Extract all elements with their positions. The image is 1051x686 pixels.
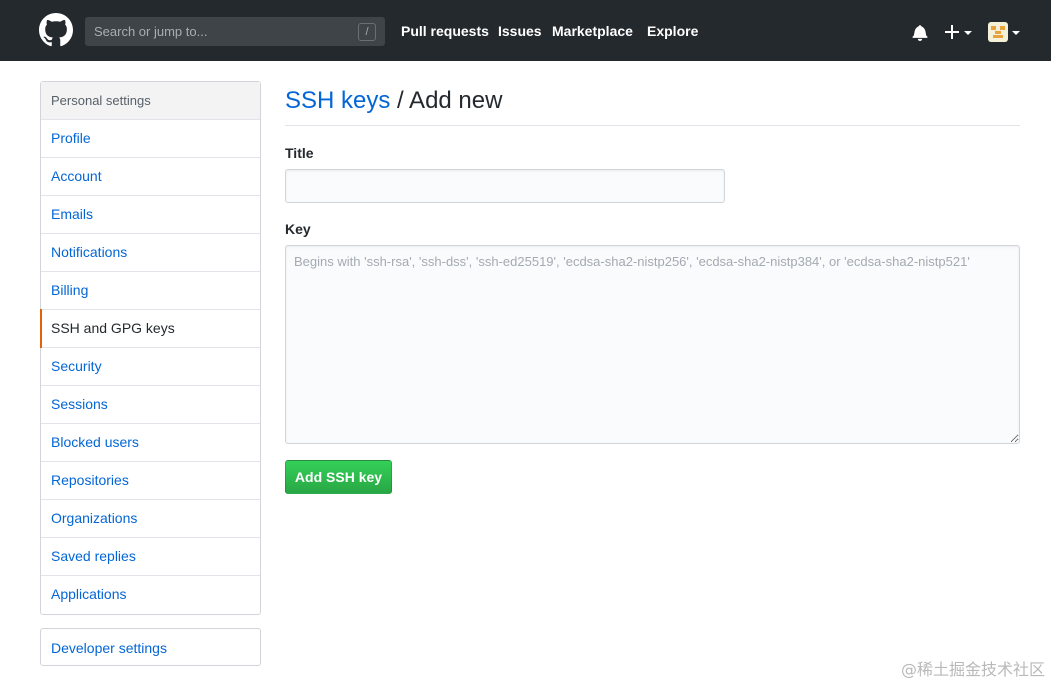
page-title: SSH keys / Add new — [285, 84, 1020, 126]
chevron-down-icon — [1012, 31, 1020, 35]
watermark: @稀土掘金技术社区 — [900, 660, 1045, 679]
sidebar-item-developer-settings[interactable]: Developer settings — [41, 629, 260, 665]
sidebar-item-saved-replies[interactable]: Saved replies — [41, 538, 260, 576]
sidebar-item-sessions[interactable]: Sessions — [41, 386, 260, 424]
nav-pull-requests[interactable]: Pull requests — [401, 23, 489, 39]
nav-explore[interactable]: Explore — [647, 23, 698, 39]
search-input[interactable] — [86, 18, 384, 45]
page-title-text: / Add new — [390, 87, 503, 114]
avatar — [988, 22, 1008, 42]
add-ssh-key-button[interactable]: Add SSH key — [285, 460, 392, 494]
sidebar-item-blocked-users[interactable]: Blocked users — [41, 424, 260, 462]
top-header: / Pull requests Issues Marketplace Explo… — [0, 0, 1051, 61]
key-textarea[interactable] — [285, 245, 1020, 444]
title-field[interactable] — [285, 169, 725, 203]
plus-icon — [945, 25, 959, 39]
github-logo-icon[interactable] — [39, 13, 73, 47]
developer-settings-menu: Developer settings — [40, 628, 261, 666]
search-shortcut-hint: / — [358, 23, 376, 41]
sidebar-item-notifications[interactable]: Notifications — [41, 234, 260, 272]
key-label: Key — [285, 221, 311, 237]
settings-sidebar: Personal settings Profile Account Emails… — [40, 81, 261, 615]
search-box[interactable]: / — [85, 17, 385, 46]
bell-icon[interactable] — [912, 24, 928, 41]
breadcrumb-ssh-keys-link[interactable]: SSH keys — [285, 87, 390, 114]
title-label: Title — [285, 145, 314, 161]
sidebar-item-security[interactable]: Security — [41, 348, 260, 386]
sidebar-item-organizations[interactable]: Organizations — [41, 500, 260, 538]
sidebar-item-billing[interactable]: Billing — [41, 272, 260, 310]
sidebar-item-ssh-gpg-keys[interactable]: SSH and GPG keys — [40, 309, 260, 348]
sidebar-item-profile[interactable]: Profile — [41, 120, 260, 158]
chevron-down-icon — [964, 31, 972, 35]
sidebar-item-repositories[interactable]: Repositories — [41, 462, 260, 500]
sidebar-item-applications[interactable]: Applications — [41, 576, 260, 614]
user-menu-dropdown[interactable] — [988, 22, 1022, 42]
nav-marketplace[interactable]: Marketplace — [552, 23, 633, 39]
create-new-dropdown[interactable] — [945, 24, 975, 40]
sidebar-heading: Personal settings — [41, 82, 260, 120]
nav-issues[interactable]: Issues — [498, 23, 542, 39]
sidebar-item-emails[interactable]: Emails — [41, 196, 260, 234]
sidebar-item-account[interactable]: Account — [41, 158, 260, 196]
